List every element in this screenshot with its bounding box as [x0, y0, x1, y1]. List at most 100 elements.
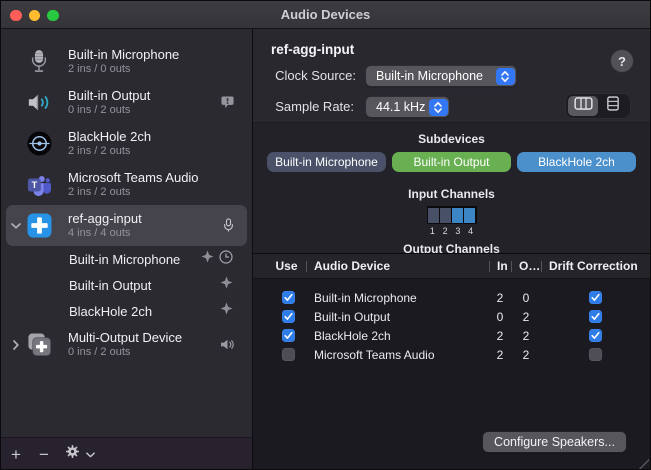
channels-section: Subdevices Built-in Microphone Built-in … [253, 123, 650, 253]
resize-grip[interactable] [637, 457, 649, 469]
table-row[interactable]: Built-in Output 0 2 [253, 307, 650, 326]
row-out-count: 0 [511, 291, 541, 305]
channel-1 [428, 208, 439, 223]
speaker-icon [26, 92, 52, 113]
columns-view-icon [574, 97, 593, 115]
device-detail: 2 ins / 2 outs [68, 144, 247, 158]
device-name: Multi-Output Device [68, 330, 220, 345]
col-out[interactable]: O… [511, 259, 541, 273]
clock-icon [219, 250, 233, 269]
use-checkbox[interactable] [282, 348, 295, 361]
list-view-button[interactable] [598, 96, 628, 116]
table-row[interactable]: Built-in Microphone 2 0 [253, 288, 650, 307]
col-drift-correction[interactable]: Drift Correction [541, 259, 650, 273]
popup-stepper-icon [496, 68, 515, 85]
activity-icon [201, 250, 214, 268]
row-in-count: 2 [489, 348, 511, 362]
microphone-icon [26, 49, 52, 75]
col-use[interactable]: Use [253, 259, 306, 273]
use-checkbox[interactable] [282, 310, 295, 323]
row-device-name: Built-in Microphone [306, 291, 489, 305]
subdevice-item-built-in-microphone[interactable]: Built-in Microphone [6, 246, 247, 272]
gear-icon [65, 444, 80, 464]
row-out-count: 2 [511, 329, 541, 343]
device-name: Microsoft Teams Audio [68, 170, 247, 185]
chevron-down-icon[interactable] [6, 223, 26, 229]
sidebar-item-blackhole-2ch[interactable]: BlackHole 2ch 2 ins / 2 outs [6, 123, 247, 164]
row-in-count: 0 [489, 310, 511, 324]
channel-numbers: 1 2 3 4 [426, 226, 477, 236]
blackhole-icon [26, 131, 52, 156]
row-in-count: 2 [489, 329, 511, 343]
use-checkbox[interactable] [282, 329, 295, 342]
columns-view-button[interactable] [568, 96, 598, 116]
device-name: Built-in Output [68, 88, 221, 103]
subdevice-item-blackhole-2ch[interactable]: BlackHole 2ch [6, 298, 247, 324]
input-channel-meter [427, 206, 477, 224]
table-row[interactable]: Microsoft Teams Audio 2 2 [253, 345, 650, 364]
row-device-name: Microsoft Teams Audio [306, 348, 489, 362]
window-title: Audio Devices [1, 1, 650, 29]
device-name: ref-agg-input [68, 211, 223, 226]
table-header: Use Audio Device In O… Drift Correction [253, 254, 650, 279]
device-detail: 2 ins / 2 outs [68, 185, 247, 199]
subdevice-pill-built-in-output[interactable]: Built-in Output [392, 152, 511, 172]
table-row[interactable]: BlackHole 2ch 2 2 [253, 326, 650, 345]
page-title: ref-agg-input [271, 42, 354, 57]
actions-menu-button[interactable] [65, 444, 95, 464]
device-detail: 2 ins / 0 outs [68, 62, 247, 76]
chevron-down-icon [86, 445, 95, 463]
input-mic-icon [223, 218, 234, 233]
activity-icon [220, 276, 233, 294]
output-speaker-icon [220, 339, 234, 350]
sample-rate-popup[interactable]: 44.1 kHz [366, 97, 449, 117]
subdevice-item-built-in-output[interactable]: Built-in Output [6, 272, 247, 298]
sidebar-item-built-in-microphone[interactable]: Built-in Microphone 2 ins / 0 outs [6, 41, 247, 82]
clock-source-label: Clock Source: [253, 68, 356, 83]
panel-header: ref-agg-input ? Clock Source: Built-in M… [253, 29, 650, 123]
col-in[interactable]: In [489, 259, 511, 273]
subdevice-name: Built-in Output [69, 278, 151, 293]
sidebar-item-built-in-output[interactable]: Built-in Output 0 ins / 2 outs [6, 82, 247, 123]
col-audio-device[interactable]: Audio Device [306, 259, 489, 273]
aggregate-device-icon [26, 213, 52, 238]
subdevice-table: Use Audio Device In O… Drift Correction … [253, 253, 650, 470]
input-channels-title: Input Channels [408, 187, 495, 201]
sidebar-item-microsoft-teams-audio[interactable]: T Microsoft Teams Audio 2 ins / 2 outs [6, 164, 247, 205]
remove-device-button[interactable]: − [39, 446, 49, 463]
subdevice-name: Built-in Microphone [69, 252, 180, 267]
device-detail: 0 ins / 2 outs [68, 103, 221, 117]
row-out-count: 2 [511, 348, 541, 362]
use-checkbox[interactable] [282, 291, 295, 304]
configure-speakers-button[interactable]: Configure Speakers... [483, 432, 626, 452]
titlebar[interactable]: Audio Devices [1, 1, 650, 29]
popup-stepper-icon [429, 99, 448, 116]
device-list: Built-in Microphone 2 ins / 0 outs Built… [1, 29, 252, 437]
drift-correction-checkbox[interactable] [589, 291, 602, 304]
subdevice-pill-blackhole-2ch[interactable]: BlackHole 2ch [517, 152, 636, 172]
view-mode-segmented-control [566, 94, 630, 118]
clock-source-popup[interactable]: Built-in Microphone [366, 66, 516, 86]
list-view-icon [607, 96, 619, 116]
subdevices-title: Subdevices [418, 132, 485, 146]
channel-3 [452, 208, 463, 223]
row-device-name: Built-in Output [306, 310, 489, 324]
row-in-count: 2 [489, 291, 511, 305]
sidebar-item-multi-output-device[interactable]: Multi-Output Device 0 ins / 2 outs [6, 324, 247, 365]
drift-correction-checkbox[interactable] [589, 348, 602, 361]
drift-correction-checkbox[interactable] [589, 329, 602, 342]
activity-icon [220, 302, 233, 320]
drift-correction-checkbox[interactable] [589, 310, 602, 323]
add-device-button[interactable]: + [11, 446, 21, 463]
alert-bubble-icon [221, 96, 234, 109]
subdevice-pill-built-in-microphone[interactable]: Built-in Microphone [267, 152, 386, 172]
sample-rate-label: Sample Rate: [253, 99, 354, 114]
subdevice-buttons: Built-in Microphone Built-in Output Blac… [267, 152, 636, 172]
row-out-count: 2 [511, 310, 541, 324]
device-name: Built-in Microphone [68, 47, 247, 62]
chevron-right-icon[interactable] [6, 340, 26, 350]
sidebar-item-ref-agg-input[interactable]: ref-agg-input 4 ins / 4 outs [6, 205, 247, 246]
sidebar-toolbar: + − [1, 437, 252, 470]
svg-text:T: T [32, 180, 38, 190]
device-detail: 4 ins / 4 outs [68, 226, 223, 240]
